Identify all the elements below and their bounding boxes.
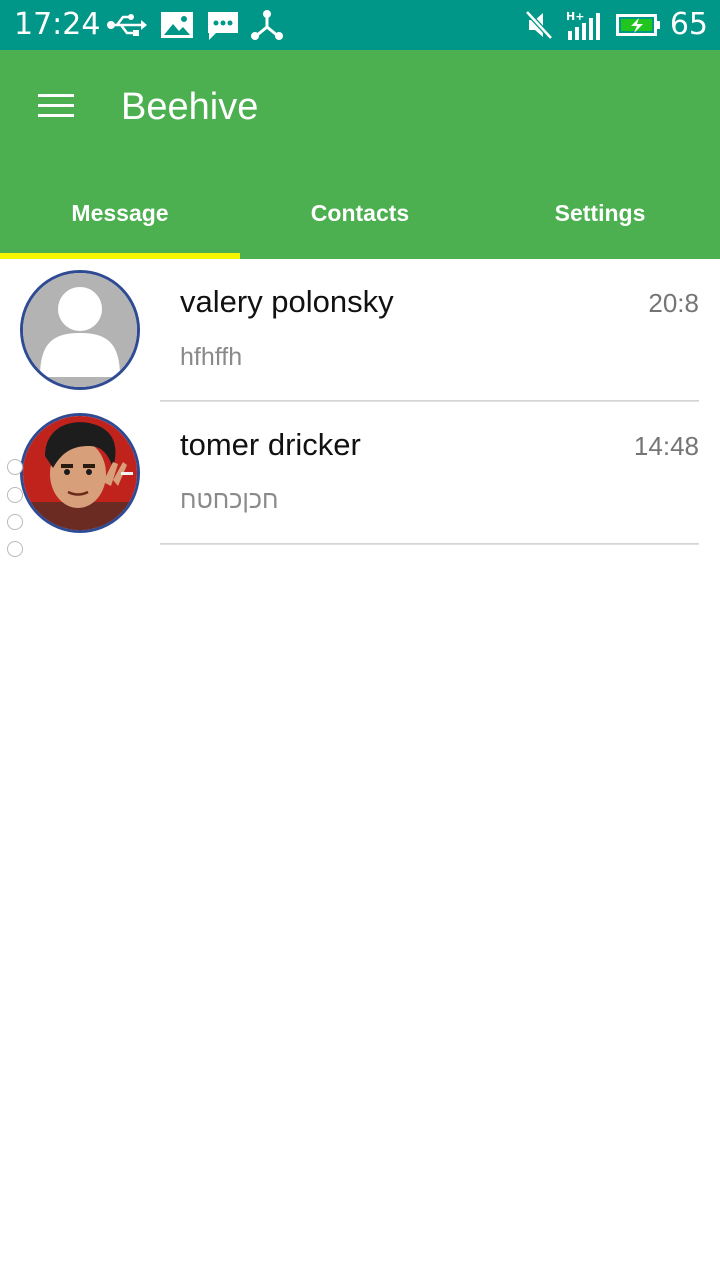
network-type-label: H+	[566, 10, 584, 23]
app-title: Beehive	[121, 86, 259, 128]
contact-name: valery polonsky	[180, 284, 394, 319]
message-preview: חכןכחטח	[180, 486, 279, 514]
battery-percentage: 65	[669, 7, 708, 42]
message-notification-icon	[208, 12, 238, 40]
app-bar: Beehive Message Contacts Settings	[0, 50, 720, 259]
muted-speaker-icon	[525, 10, 553, 40]
signal-hplus-icon: H+	[566, 10, 600, 40]
contact-name: tomer dricker	[180, 427, 361, 462]
image-notification-icon	[161, 12, 193, 38]
battery-charging-icon	[616, 14, 660, 36]
status-time: 17:24	[14, 7, 101, 42]
tab-message[interactable]: Message	[0, 185, 240, 259]
status-bar: 17:24 H+ 65	[0, 0, 720, 50]
conversation-item[interactable]: valery polonsky 20:8 hfhffh	[0, 259, 720, 402]
message-time: 14:48	[633, 431, 699, 461]
tab-label: Contacts	[310, 200, 410, 226]
conversation-item[interactable]: tomer dricker 14:48 חכןכחטח	[0, 402, 720, 545]
tab-label: Message	[71, 200, 169, 226]
tab-bar: Message Contacts Settings	[0, 185, 720, 259]
tab-label: Settings	[554, 200, 646, 226]
usb-icon	[107, 14, 147, 36]
hamburger-menu-icon[interactable]	[26, 80, 86, 132]
cartoon-avatar	[20, 413, 140, 533]
tab-settings[interactable]: Settings	[480, 185, 720, 259]
share-icon	[251, 10, 283, 40]
side-drawer-handle[interactable]	[7, 459, 27, 559]
message-preview: hfhffh	[180, 343, 243, 371]
message-time: 20:8	[648, 288, 699, 318]
default-avatar-icon	[20, 270, 140, 390]
tab-contacts[interactable]: Contacts	[240, 185, 480, 259]
list-divider	[160, 543, 699, 545]
